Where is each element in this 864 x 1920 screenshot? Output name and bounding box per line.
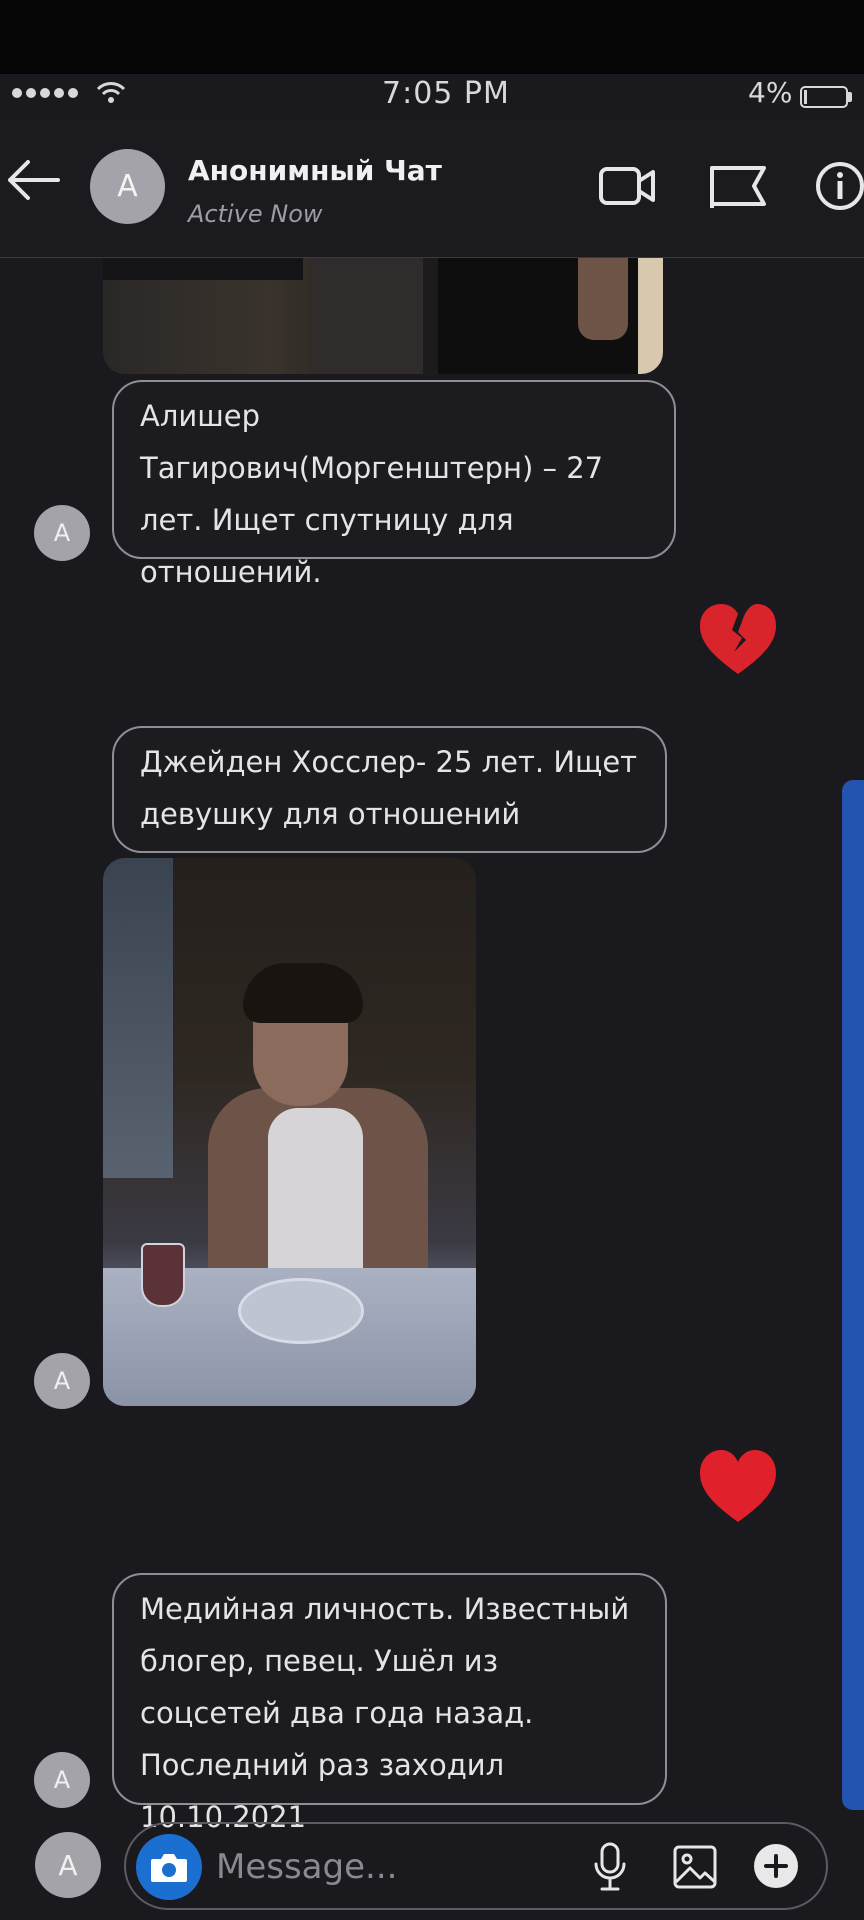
- chat-title[interactable]: Анонимный Чат: [188, 154, 442, 187]
- info-icon[interactable]: [814, 160, 864, 212]
- status-bar: 7:05 PM 4%: [0, 74, 864, 116]
- microphone-icon[interactable]: [592, 1842, 628, 1892]
- battery-icon: [800, 86, 848, 108]
- battery-percentage: 4%: [748, 76, 793, 109]
- chat-header: A Анонимный Чат Active Now: [0, 116, 864, 258]
- sender-avatar[interactable]: A: [34, 1353, 90, 1409]
- message-input[interactable]: [214, 1842, 518, 1892]
- broken-heart-icon: [700, 604, 776, 674]
- message-bubble[interactable]: Медийная личность. Известный блогер, пев…: [112, 1573, 667, 1834]
- add-button[interactable]: [754, 1844, 798, 1888]
- heart-reaction: [696, 1446, 780, 1526]
- flag-icon[interactable]: [708, 162, 768, 210]
- sender-avatar[interactable]: A: [34, 505, 90, 561]
- contact-avatar[interactable]: A: [90, 149, 165, 224]
- top-black-bar: [0, 0, 864, 74]
- chat-status: Active Now: [188, 200, 323, 228]
- red-heart-icon: [700, 1450, 776, 1522]
- sender-avatar[interactable]: A: [34, 1752, 90, 1808]
- status-time: 7:05 PM: [382, 76, 510, 111]
- broken-heart-reaction: [696, 600, 780, 680]
- plus-icon: [764, 1854, 788, 1878]
- battery-cap: [848, 92, 852, 102]
- image-gallery-icon[interactable]: [672, 1844, 718, 1890]
- scrollbar-thumb[interactable]: [842, 780, 864, 1810]
- back-arrow-icon[interactable]: [4, 158, 62, 202]
- signal-dots-icon: [12, 88, 78, 98]
- message-bubble[interactable]: Алишер Тагирович(Моргенштерн) – 27 лет. …: [112, 380, 676, 589]
- message-composer: [124, 1822, 828, 1910]
- camera-button[interactable]: [136, 1834, 202, 1900]
- wifi-icon: [96, 82, 126, 103]
- video-call-icon[interactable]: [598, 162, 656, 210]
- message-bubble[interactable]: Джейден Хосслер- 25 лет. Ищет девушку дл…: [112, 726, 667, 853]
- chat-photo-2[interactable]: [103, 858, 476, 1406]
- user-avatar[interactable]: A: [35, 1832, 101, 1898]
- camera-icon: [151, 1854, 187, 1882]
